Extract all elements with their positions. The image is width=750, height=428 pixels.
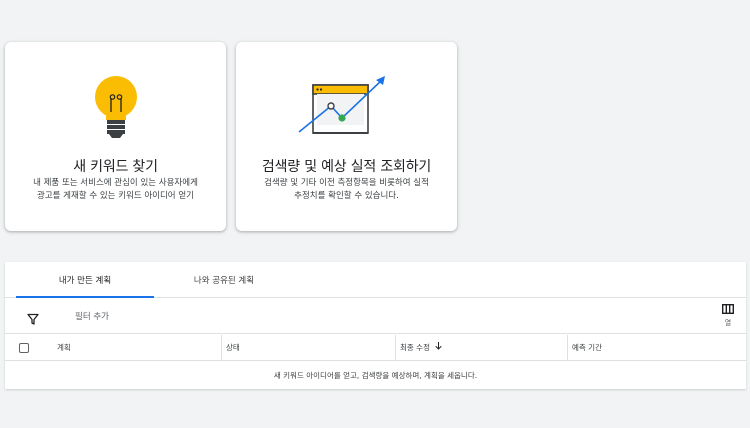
column-header-forecast-period: 예측 기간 bbox=[567, 335, 746, 361]
card-description-line: 광고를 게재할 수 있는 키워드 아이디어 얻기 bbox=[37, 191, 194, 201]
add-filter-button[interactable]: 필터 추가 bbox=[75, 310, 109, 322]
card-title: 새 키워드 찾기 bbox=[73, 159, 158, 175]
columns-button[interactable]: 열 bbox=[718, 304, 738, 328]
card-description-line: 검색량 및 기타 이전 측정항목을 비롯하여 실적 bbox=[264, 178, 429, 188]
card-description: 검색량 및 기타 이전 측정항목을 비롯하여 실적 추정치를 확인할 수 있습니… bbox=[250, 177, 443, 203]
forecast-volume-card[interactable]: 검색량 및 예상 실적 조회하기 검색량 및 기타 이전 측정항목을 비롯하여 … bbox=[236, 42, 457, 231]
find-keywords-card[interactable]: 새 키워드 찾기 내 제품 또는 서비스에 관심이 있는 사용자에게 광고를 게… bbox=[5, 42, 226, 231]
plans-tabs: 내가 만든 계획 나와 공유된 계획 bbox=[5, 262, 746, 298]
columns-icon bbox=[718, 304, 738, 314]
filter-icon[interactable] bbox=[27, 310, 39, 325]
card-description: 내 제품 또는 서비스에 관심이 있는 사용자에게 광고를 게재할 수 있는 키… bbox=[19, 177, 212, 203]
card-description-line: 내 제품 또는 서비스에 관심이 있는 사용자에게 bbox=[33, 178, 198, 188]
column-header-label: 최종 수정 bbox=[400, 343, 430, 352]
plans-panel: 내가 만든 계획 나와 공유된 계획 필터 추가 열 계획 상태 최종 수정 예… bbox=[5, 262, 746, 389]
column-header-label: 상태 bbox=[226, 343, 240, 352]
tab-shared-plans[interactable]: 나와 공유된 계획 bbox=[155, 262, 293, 298]
column-header-label: 계획 bbox=[57, 343, 71, 352]
column-header-last-modified[interactable]: 최종 수정 bbox=[395, 335, 567, 361]
table-header: 계획 상태 최종 수정 예측 기간 bbox=[5, 335, 746, 361]
columns-label: 열 bbox=[724, 319, 732, 327]
card-title: 검색량 및 예상 실적 조회하기 bbox=[261, 159, 432, 175]
tab-my-plans[interactable]: 내가 만든 계획 bbox=[16, 262, 154, 298]
filter-bar: 필터 추가 열 bbox=[5, 298, 746, 334]
select-all-checkbox[interactable] bbox=[19, 343, 29, 353]
empty-state-message: 새 키워드 아이디어를 얻고, 검색량을 예상하며, 계획을 세웁니다. bbox=[273, 371, 478, 380]
column-header-plan: 계획 bbox=[53, 335, 221, 361]
trend-chart-icon bbox=[236, 72, 457, 142]
column-header-label: 예측 기간 bbox=[572, 343, 602, 352]
lightbulb-icon bbox=[5, 72, 226, 142]
card-description-line: 추정치를 확인할 수 있습니다. bbox=[294, 191, 399, 201]
arrow-down-icon bbox=[435, 335, 442, 361]
column-header-status: 상태 bbox=[221, 335, 395, 361]
